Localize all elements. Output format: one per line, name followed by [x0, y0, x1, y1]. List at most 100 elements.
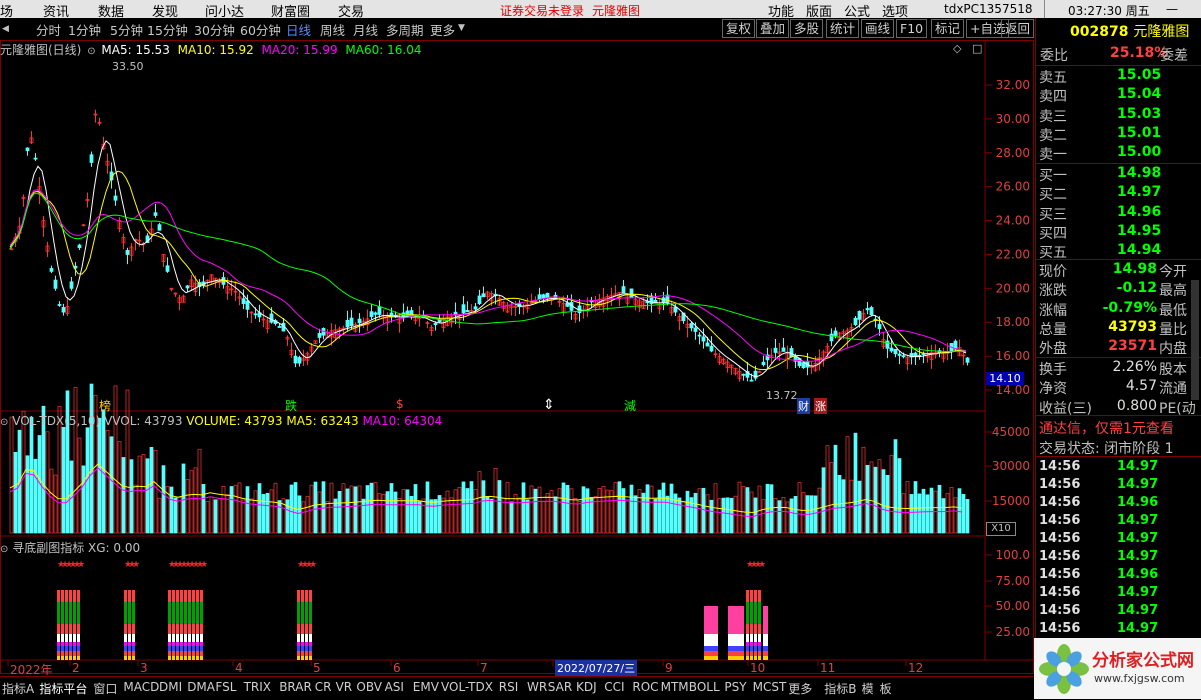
chart-area[interactable]: 32.00 30.00 28.00 26.00 24.00 22.00 20.00 18.00… [0, 40, 1034, 676]
tick-row[interactable]: 14:56 14.96 [1039, 495, 1201, 513]
period-intraday[interactable]: 分时 [36, 20, 61, 39]
indicator-tab[interactable]: ASI [385, 680, 404, 694]
indicator-segment [69, 624, 72, 634]
indicator-tab[interactable]: 窗口 [93, 680, 117, 697]
indicator-tab[interactable]: MACD [123, 680, 159, 694]
period-weekly[interactable]: 周线 [320, 20, 345, 39]
event-marker[interactable]: $ [396, 397, 404, 411]
indicator-tab[interactable]: VOL-TDX [441, 680, 493, 694]
candle-body [293, 355, 298, 364]
period-more[interactable]: 更多 [430, 20, 455, 39]
chevron-left-icon[interactable]: ◀ [2, 24, 9, 34]
tick-row[interactable]: 14:56 14.96 [1039, 567, 1201, 585]
adjust-button[interactable]: 复权 [722, 19, 756, 38]
volume-bar [717, 498, 722, 534]
indicator-tab[interactable]: DMA [187, 680, 215, 694]
tick-row[interactable]: 14:56 14.97 [1039, 549, 1201, 567]
period-15min[interactable]: 15分钟 [147, 20, 188, 39]
quote-level-row[interactable]: 卖三 15.03 [1039, 106, 1201, 125]
mark-button[interactable]: 标记 [931, 19, 965, 38]
panel-scrollbar[interactable] [1191, 280, 1199, 400]
indicator-tab[interactable]: WR [527, 680, 547, 694]
indicator-tab[interactable]: 指标B [824, 680, 856, 697]
indicator-tab[interactable]: PSY [724, 680, 746, 694]
indicator-tab[interactable]: RSI [499, 680, 519, 694]
indicator-tab[interactable]: EMV [413, 680, 439, 694]
indicator-tab[interactable]: FSL [215, 680, 236, 694]
period-5min[interactable]: 5分钟 [110, 20, 143, 39]
period-1min[interactable]: 1分钟 [68, 20, 101, 39]
indicator-tab[interactable]: BOLL [689, 680, 720, 694]
indicator-tab[interactable]: CCI [604, 680, 624, 694]
tick-row[interactable]: 14:56 14.97 [1039, 621, 1201, 639]
period-monthly[interactable]: 月线 [353, 20, 378, 39]
quote-level-row[interactable]: 卖四 15.04 [1039, 86, 1201, 105]
diamond-icon[interactable]: ◇ [953, 42, 961, 55]
period-multi[interactable]: 多周期 [386, 20, 424, 39]
login-notice[interactable]: 证券交易未登录 [500, 2, 584, 19]
tick-price: 14.97 [1117, 459, 1159, 474]
indicator-tab[interactable]: MTM [661, 680, 689, 694]
circle-chevron-icon[interactable]: ⊙ [0, 417, 8, 428]
volume-bar [813, 495, 818, 534]
statistics-button[interactable]: 统计 [826, 19, 860, 38]
chevron-down-icon[interactable]: ▼ [458, 23, 465, 33]
circle-chevron-icon[interactable]: ⊙ [87, 46, 95, 57]
period-daily[interactable]: 日线 [286, 20, 311, 39]
indicator-tab[interactable]: TRIX [244, 680, 271, 694]
event-marker[interactable]: 減 [624, 397, 636, 414]
tick-row[interactable]: 14:56 14.97 [1039, 531, 1201, 549]
indicator-tab[interactable]: 指标平台 [39, 680, 87, 697]
tick-row[interactable]: 14:56 14.97 [1039, 459, 1201, 477]
minimize-button[interactable]: — [1166, 2, 1178, 16]
indicator-segment [301, 602, 304, 624]
quote-level-row[interactable]: 买三 14.96 [1039, 204, 1201, 223]
indicator-tab[interactable]: DMI [159, 680, 182, 694]
draw-line-button[interactable]: 画线 [861, 19, 895, 38]
stat-value: 14.98 [1112, 261, 1157, 277]
indicator-tab[interactable]: 模 [862, 680, 874, 697]
promo-notice[interactable]: 通达信，仅需1元查看 [1039, 418, 1201, 438]
indicator-tab[interactable]: ROC [632, 680, 658, 694]
f10-button[interactable]: F10 [896, 19, 928, 38]
period-60min[interactable]: 60分钟 [240, 20, 281, 39]
indicator-tab[interactable]: BRAR [279, 680, 312, 694]
stat-row: 换手 2.26% 股本 [1039, 359, 1201, 378]
indicator-tab[interactable]: OBV [356, 680, 382, 694]
quote-level-row[interactable]: 卖五 15.05 [1039, 67, 1201, 86]
quote-level-row[interactable]: 卖二 15.01 [1039, 125, 1201, 144]
level-label: 买二 [1039, 187, 1067, 204]
candle-body [345, 320, 350, 328]
indicator-tab[interactable]: MCST [753, 680, 787, 694]
event-marker[interactable]: 涨 [814, 398, 827, 414]
indicator-tab[interactable]: 更多 [788, 680, 812, 697]
indicator-tab[interactable]: VR [336, 680, 353, 694]
candle-body [349, 317, 354, 327]
volume-bar [253, 490, 258, 534]
volume-bar [153, 450, 158, 534]
square-icon[interactable]: □ [972, 42, 982, 55]
tick-row[interactable]: 14:56 14.97 [1039, 603, 1201, 621]
indicator-tab[interactable]: 指标A [2, 680, 34, 697]
indicator-tab[interactable]: CR [315, 680, 332, 694]
event-marker[interactable]: 榜 [99, 397, 111, 414]
overlay-button[interactable]: 叠加 [756, 19, 790, 38]
date-label: 4 [235, 661, 243, 675]
event-marker[interactable]: 跌 [285, 397, 297, 414]
back-button[interactable]: 返回 [1001, 19, 1035, 38]
quote-level-row[interactable]: 买二 14.97 [1039, 184, 1201, 203]
indicator-segment [192, 656, 195, 660]
indicator-tab[interactable]: KDJ [576, 680, 597, 694]
tick-row[interactable]: 14:56 14.97 [1039, 513, 1201, 531]
quote-level-row[interactable]: 卖一 15.00 [1039, 144, 1201, 163]
multi-stock-button[interactable]: 多股 [790, 19, 824, 38]
quote-level-row[interactable]: 买一 14.98 [1039, 165, 1201, 184]
tick-row[interactable]: 14:56 14.97 [1039, 477, 1201, 495]
period-30min[interactable]: 30分钟 [194, 20, 235, 39]
indicator-tab[interactable]: 板 [880, 680, 892, 697]
quote-level-row[interactable]: 买四 14.95 [1039, 223, 1201, 242]
tick-row[interactable]: 14:56 14.97 [1039, 585, 1201, 603]
indicator-tab[interactable]: SAR [548, 680, 572, 694]
circle-chevron-icon[interactable]: ⊙ [0, 544, 8, 555]
event-marker[interactable]: 财 [797, 398, 810, 414]
